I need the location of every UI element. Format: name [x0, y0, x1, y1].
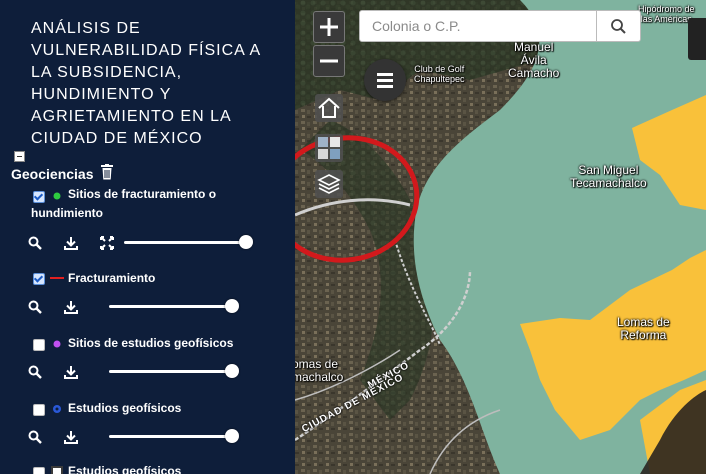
zoom-icon[interactable] — [28, 236, 42, 250]
polygon-symbol-icon — [51, 466, 63, 474]
zoom-in-button[interactable] — [313, 11, 345, 43]
download-icon[interactable] — [64, 365, 78, 379]
opacity-slider-thumb[interactable] — [225, 299, 239, 313]
home-button[interactable] — [315, 94, 343, 122]
layer-label: Fracturamiento — [68, 271, 156, 285]
layers-sidebar: ANÁLISIS DE VULNERABILIDAD FÍSICA A LA S… — [0, 0, 295, 474]
opacity-slider-track[interactable] — [124, 241, 248, 244]
layer-checkbox[interactable] — [33, 273, 45, 285]
layer-label: Sitios de fracturamiento o hundimiento — [31, 187, 217, 220]
zoom-icon[interactable] — [28, 300, 42, 314]
map-label-club-golf: Club de Golf Chapultepec — [414, 64, 465, 84]
search-icon — [611, 19, 626, 34]
menu-icon — [377, 73, 393, 88]
map-label-lomas-tecamachalco: omas de machalco — [292, 357, 344, 384]
line-symbol-icon — [50, 277, 64, 279]
map-label-lomas-reforma: Lomas de Reforma — [617, 315, 670, 342]
map-label-san-miguel: San Miguel Tecamachalco — [570, 163, 647, 190]
layer-label: Estudios geofísicos — [68, 401, 182, 415]
basemap-button[interactable] — [315, 134, 343, 162]
zoom-icon[interactable] — [28, 430, 42, 444]
zoom-in-icon — [320, 18, 338, 36]
opacity-slider-track[interactable] — [109, 435, 235, 438]
layer-checkbox[interactable] — [33, 467, 45, 474]
point-symbol-icon — [53, 340, 61, 348]
download-icon[interactable] — [64, 236, 78, 250]
zoom-out-button[interactable] — [313, 45, 345, 77]
trash-icon[interactable] — [101, 164, 113, 180]
layer-checkbox[interactable] — [33, 339, 45, 351]
layer-label: Sitios de estudios geofísicos — [68, 336, 234, 350]
group-collapse-toggle[interactable] — [14, 151, 25, 162]
opacity-slider-thumb[interactable] — [239, 235, 253, 249]
download-icon[interactable] — [64, 430, 78, 444]
basemap-icon — [318, 137, 340, 159]
search-button[interactable] — [596, 10, 641, 42]
page-title: ANÁLISIS DE VULNERABILIDAD FÍSICA A LA S… — [31, 20, 261, 147]
opacity-slider-thumb[interactable] — [225, 429, 239, 443]
map-label-manuel-avila-camacho: Manuel Ávila Camacho — [508, 40, 560, 80]
map-label-hipodromo: Hipódromo de las Américas — [638, 4, 695, 24]
zoom-out-icon — [320, 59, 338, 63]
layers-icon — [317, 174, 341, 194]
group-title: Geociencias — [11, 166, 94, 182]
opacity-slider-thumb[interactable] — [225, 364, 239, 378]
polygon-symbol-icon — [53, 405, 61, 413]
layer-checkbox[interactable] — [33, 404, 45, 416]
opacity-slider-track[interactable] — [109, 305, 235, 308]
layer-label: Estudios geofísicos — [68, 464, 182, 474]
search-input[interactable] — [359, 10, 597, 42]
download-icon[interactable] — [64, 300, 78, 314]
layers-button[interactable] — [315, 170, 343, 198]
opacity-slider-track[interactable] — [109, 370, 235, 373]
home-icon — [318, 97, 340, 118]
extent-icon[interactable] — [100, 236, 114, 250]
menu-button[interactable] — [364, 59, 406, 101]
zoom-icon[interactable] — [28, 365, 42, 379]
map-side-control[interactable] — [688, 18, 706, 60]
